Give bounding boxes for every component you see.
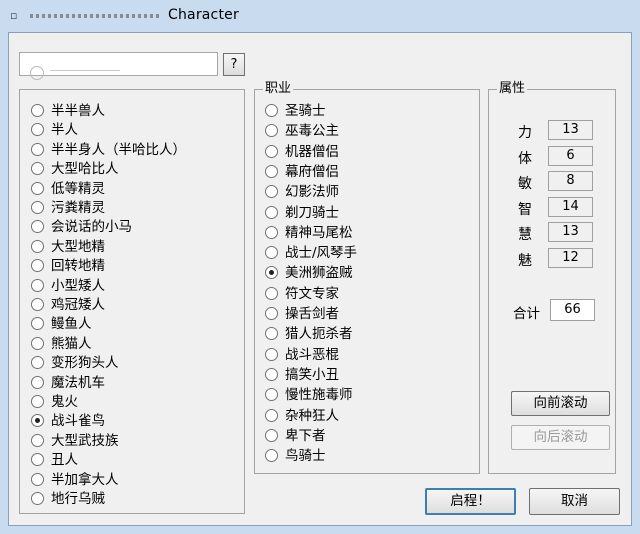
class-radio-label: 杂种狂人 (285, 407, 339, 424)
ok-button[interactable]: 启程！ (425, 488, 516, 515)
title-garbled-text (30, 14, 162, 18)
stat-value: 14 (548, 196, 593, 217)
radio-button-icon[interactable] (31, 142, 44, 156)
class-radio-label: 鸟骑士 (285, 448, 326, 465)
radio-button-icon[interactable] (265, 225, 278, 239)
radio-button-icon[interactable] (265, 428, 278, 442)
radio-button-icon[interactable] (31, 395, 44, 408)
class-radio-label: 符文专家 (285, 285, 339, 302)
class-radio-label: 战士/风琴手 (285, 245, 358, 262)
cancel-button[interactable]: 取消 (529, 488, 620, 515)
radio-button-icon[interactable] (265, 307, 278, 320)
radio-button-icon[interactable] (31, 239, 44, 253)
race-radio-label: 半半兽人 (51, 103, 105, 119)
title-bar[interactable]: ▫ Character (0, 0, 640, 32)
race-radio-label: 鳗鱼人 (51, 316, 92, 333)
stat-label: 敏 (518, 176, 532, 193)
race-radio-label: 地行乌贼 (51, 491, 105, 507)
race-radio-label: 污粪精灵 (51, 200, 105, 216)
ghost-text-line (50, 70, 120, 71)
race-radio-label: 低等精灵 (51, 180, 105, 197)
radio-button-icon[interactable] (265, 164, 278, 178)
race-radio-label: 小型矮人 (51, 277, 105, 294)
radio-button-icon[interactable] (265, 246, 278, 260)
race-radio-label: 大型地精 (51, 238, 105, 255)
stat-label: 魅 (518, 253, 532, 269)
class-radio-label: 幻影法师 (285, 184, 339, 201)
stat-value: 13 (548, 120, 593, 140)
stat-label: 智 (518, 201, 532, 218)
radio-button-icon[interactable] (31, 336, 44, 350)
race-radio-label: 回转地精 (51, 258, 105, 275)
total-value: 66 (550, 299, 595, 321)
class-radio-label: 操舌剑者 (285, 306, 339, 322)
race-radio-label: 战斗雀鸟 (51, 413, 105, 430)
class-radio-label: 圣骑士 (285, 103, 326, 119)
radio-button-icon[interactable] (265, 144, 278, 158)
class-radio-label: 搞笑小丑 (285, 366, 339, 383)
app-icon: ▫ (10, 9, 18, 22)
ghost-radio-icon (30, 66, 44, 80)
race-radio-label: 变形狗头人 (51, 355, 119, 372)
stat-label: 慧 (518, 227, 532, 244)
roll-back-button[interactable]: 向后滚动 (511, 425, 610, 450)
radio-button-icon[interactable] (31, 104, 44, 117)
stat-label: 体 (518, 150, 532, 167)
race-radio-label: 大型哈比人 (51, 161, 119, 178)
radio-button-icon[interactable] (31, 433, 44, 447)
roll-forward-button[interactable]: 向前滚动 (511, 391, 610, 416)
radio-button-icon[interactable] (31, 181, 44, 195)
stat-value: 13 (548, 222, 593, 243)
race-radio-label: 鬼火 (51, 394, 78, 410)
class-radio-label: 战斗恶棍 (285, 346, 339, 363)
class-radio-label: 精神马尾松 (285, 224, 353, 241)
character-window: ▫ Character ? 半半兽人半人半半身人（半哈比人） 大型哈比人低等精灵污… (0, 0, 640, 534)
stat-value: 8 (548, 171, 593, 192)
radio-button-icon[interactable] (265, 347, 278, 361)
race-radio-label: 鸡冠矮人 (51, 297, 105, 313)
race-radio-label: 半加拿大人 (51, 471, 119, 488)
radio-button-icon[interactable] (265, 408, 278, 422)
stat-label: 力 (518, 125, 532, 141)
radio-button-icon[interactable] (31, 278, 44, 292)
radio-button-icon[interactable] (31, 375, 44, 389)
class-radio-label: 猎人扼杀者 (285, 326, 353, 343)
class-group-label: 职业 (263, 81, 294, 97)
class-radio-label: 剃刀骑士 (285, 204, 339, 221)
radio-button-icon[interactable] (31, 472, 44, 486)
radio-button-icon[interactable] (265, 104, 278, 117)
total-label: 合计 (513, 306, 540, 322)
name-input[interactable] (19, 52, 218, 80)
radio-button-icon[interactable] (265, 367, 278, 381)
class-radio-label: 卑下者 (285, 427, 326, 444)
radio-button-icon[interactable] (31, 492, 44, 505)
race-radio-label: 魔法机车 (51, 374, 105, 391)
class-radio-label: 机器僧侣 (285, 143, 339, 160)
window-title: Character (168, 7, 239, 23)
race-radio-label: 丑人 (51, 452, 78, 469)
radio-button-icon[interactable] (265, 449, 278, 463)
help-button[interactable]: ? (223, 53, 245, 76)
class-radio-label: 美洲狮盗贼 (285, 265, 353, 282)
race-radio-label: 熊猫人 (51, 335, 92, 352)
stat-value: 12 (548, 248, 593, 268)
radio-button-icon[interactable] (265, 286, 278, 300)
stats-group-label: 属性 (497, 81, 528, 97)
class-radio-label: 幕府僧侣 (285, 163, 339, 180)
radio-button-icon[interactable] (31, 201, 44, 214)
class-radio-label: 巫毒公主 (285, 123, 339, 140)
stat-value: 6 (548, 145, 593, 166)
class-radio-label: 慢性施毒师 (285, 387, 353, 404)
race-radio-label: 大型武技族 (51, 432, 119, 449)
radio-button-icon[interactable] (265, 205, 278, 219)
race-radio-label: 半人 (51, 122, 78, 139)
radio-button-icon[interactable] (31, 298, 44, 311)
race-radio-label: 会说话的小马 (51, 219, 132, 236)
race-radio-label: 半半身人（半哈比人） (51, 141, 186, 158)
